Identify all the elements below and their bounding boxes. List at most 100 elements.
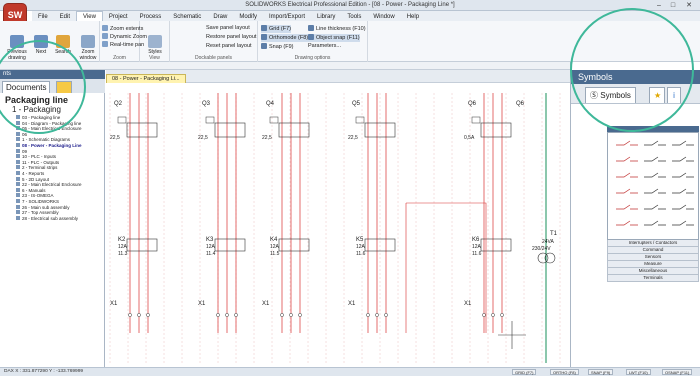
category-command[interactable]: Command <box>607 247 699 254</box>
symbol-thumbnail[interactable] <box>644 156 666 162</box>
symbol-thumbnail[interactable] <box>644 140 666 146</box>
project-title[interactable]: Packaging line <box>0 95 105 105</box>
document-tab[interactable]: 08 - Power - Packaging Li... <box>106 74 186 83</box>
ortho-toggle[interactable]: Orthomode (F8) <box>261 34 309 42</box>
document-icon <box>16 176 20 181</box>
breaker-rating: 22,5 <box>198 135 208 141</box>
terminal-circle <box>234 313 238 317</box>
document-icon <box>16 182 20 187</box>
maximize-icon[interactable]: □ <box>666 1 680 10</box>
document-icon <box>16 120 20 125</box>
styles-button[interactable]: Styles <box>142 35 168 55</box>
category-terminals[interactable]: Terminals <box>607 275 699 282</box>
zoom-extents-button[interactable]: Zoom extents <box>102 25 143 33</box>
restore-panel-layout-button[interactable]: Restore panel layout <box>206 34 256 41</box>
snap-toggle[interactable]: Snap (F9) <box>261 43 293 51</box>
grid-toggle[interactable]: Grid (F7) <box>261 25 291 33</box>
styles-icon <box>148 35 162 48</box>
previous-drawing-button[interactable]: Previous drawing <box>4 35 30 61</box>
symbols-tab-icon: Ⓢ <box>590 91 601 100</box>
symbol-thumbnail[interactable] <box>672 140 694 146</box>
document-tab-bar: 08 - Power - Packaging Li... <box>106 70 570 83</box>
object-snap-toggle[interactable]: Object snap (F11) <box>308 34 360 42</box>
realtime-pan-button[interactable]: Real-time pan <box>102 41 144 49</box>
category-interrupters-contactors[interactable]: Interrupters / Contactors <box>607 240 699 247</box>
info-icon[interactable]: i <box>667 87 681 103</box>
status-toggle[interactable]: OSNAP (F11) <box>662 369 693 375</box>
breaker-rating: 22,5 <box>348 135 358 141</box>
parameters-button[interactable]: Parameters... <box>308 43 341 50</box>
symbol-thumbnail[interactable] <box>616 172 638 178</box>
breaker-label: Q2 <box>114 101 123 107</box>
contactor-label: K4 <box>270 237 278 243</box>
contactor-rating: 12A <box>118 244 128 250</box>
breaker-label: Q3 <box>202 101 211 107</box>
document-icon <box>16 148 20 153</box>
save-panel-layout-button[interactable]: Save panel layout <box>206 25 250 32</box>
symbol-thumbnail[interactable] <box>616 156 638 162</box>
status-toggle[interactable]: LWT (F10) <box>626 369 651 375</box>
next-icon <box>34 35 48 48</box>
status-toggle[interactable]: GRID (F7) <box>512 369 537 375</box>
breaker-handle <box>471 116 481 124</box>
symbol-thumbnail[interactable] <box>616 140 638 146</box>
symbol-thumbnail[interactable] <box>644 204 666 210</box>
project-book[interactable]: 1 - Packaging <box>0 105 105 114</box>
terminal-label: X1 <box>198 301 206 307</box>
breaker-handle <box>117 116 127 124</box>
zoom-window-button[interactable]: Zoom window <box>75 35 101 61</box>
status-toggle[interactable]: ORTHO (F8) <box>550 369 579 375</box>
contactor-symbol <box>126 238 158 252</box>
reset-panel-layout-button[interactable]: Reset panel layout <box>206 43 252 50</box>
terminal-circle <box>500 313 504 317</box>
components-tab-icon[interactable] <box>56 81 72 93</box>
search-icon <box>56 35 70 48</box>
tab-documents[interactable]: Documents <box>2 81 51 93</box>
document-icon <box>16 131 20 136</box>
category-measure[interactable]: Measure <box>607 261 699 268</box>
window-title: SOLIDWORKS Electrical Professional Editi… <box>245 2 455 8</box>
terminal-label: X1 <box>464 301 472 307</box>
symbol-grid[interactable] <box>607 132 699 240</box>
symbol-thumbnail[interactable] <box>672 156 694 162</box>
terminal-circle <box>128 313 132 317</box>
document-icon <box>16 159 20 164</box>
drawing-canvas[interactable]: 08 - Power - Packaging Li... Q2 22,5 K2 12A… <box>106 70 570 367</box>
tree-item[interactable]: 28 - Electrical sub assembly <box>16 215 105 222</box>
tab-symbols[interactable]: Ⓢ Symbols <box>585 87 636 103</box>
symbol-thumbnail[interactable] <box>672 188 694 194</box>
symbol-thumbnail[interactable] <box>644 172 666 178</box>
close-icon[interactable]: ✕ <box>682 1 696 10</box>
symbol-thumbnail[interactable] <box>672 204 694 210</box>
terminal-circle <box>384 313 388 317</box>
symbol-thumbnail[interactable] <box>644 188 666 194</box>
symbol-thumbnail[interactable] <box>616 220 638 226</box>
minimize-icon[interactable]: – <box>652 1 666 10</box>
symbol-thumbnail[interactable] <box>616 204 638 210</box>
symbol-thumbnails[interactable] <box>608 133 700 241</box>
line-thickness-toggle[interactable]: Line thickness (F10) <box>308 25 366 33</box>
contactor-symbol <box>278 238 310 252</box>
breaker-handle <box>355 116 365 124</box>
document-icon <box>16 210 20 215</box>
search-button[interactable]: Search <box>50 35 76 55</box>
panel-tabs: Documents <box>0 79 105 93</box>
menu-view[interactable]: View <box>76 11 103 21</box>
terminal-circle <box>482 313 486 317</box>
symbol-thumbnail[interactable] <box>616 188 638 194</box>
document-icon <box>16 115 20 119</box>
contactor-symbol <box>214 238 246 252</box>
ribbon-group-drawing-options: Grid (F7) Orthomode (F8) Snap (F9) Line … <box>258 21 368 62</box>
symbol-thumbnail[interactable] <box>644 220 666 226</box>
category-sensors[interactable]: Sensors <box>607 254 699 261</box>
status-toggle[interactable]: SNAP (F9) <box>588 369 614 375</box>
symbol-thumbnail[interactable] <box>672 220 694 226</box>
document-icon <box>16 126 20 131</box>
schematic-drawing[interactable]: Q222,5K212A11.3X1Q322,5K312A11.4X1Q422,5… <box>106 83 570 367</box>
documents-panel: nts Documents Packaging line 1 - Packagi… <box>0 70 105 367</box>
favorites-star-icon[interactable]: ★ <box>649 87 665 103</box>
category-miscellaneous[interactable]: Miscellaneous <box>607 268 699 275</box>
menu-bar: File Edit View Project Process Schematic Draw M… <box>32 11 700 21</box>
document-icon <box>16 187 20 192</box>
symbol-thumbnail[interactable] <box>672 172 694 178</box>
